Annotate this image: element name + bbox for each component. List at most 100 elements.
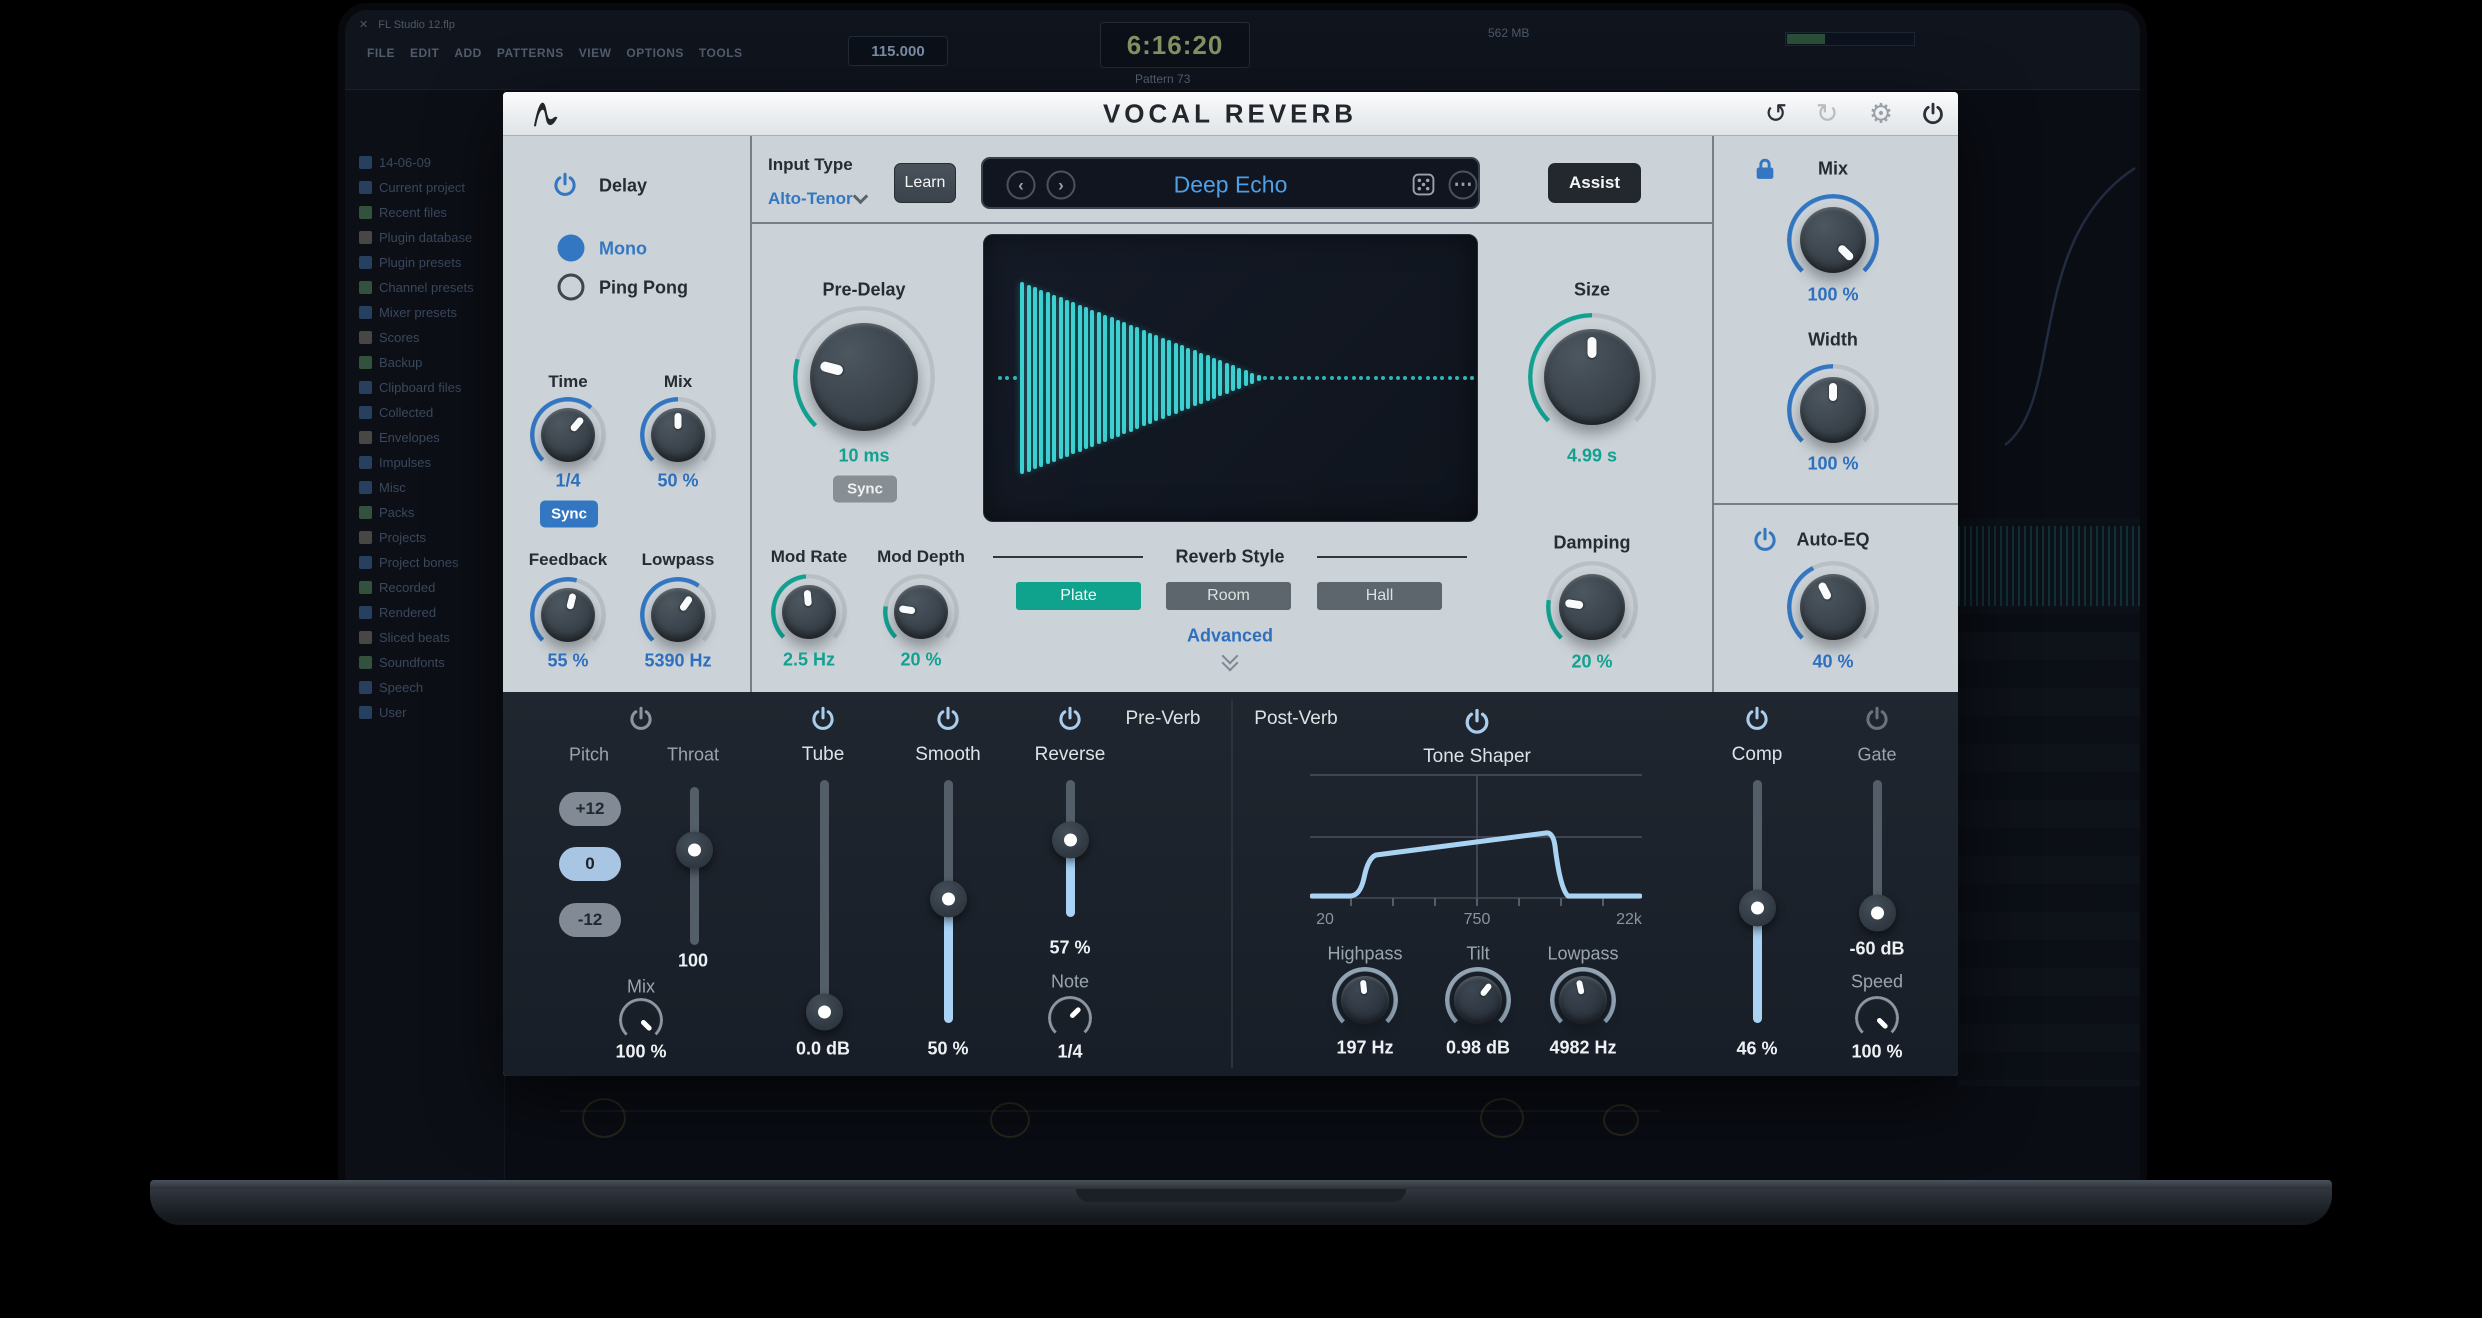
list-item[interactable]: PATTERNS — [497, 46, 564, 60]
fl-close-icon[interactable]: ✕ — [359, 18, 368, 31]
preset-prev-button[interactable]: ‹ — [1007, 171, 1036, 200]
list-item[interactable]: Backup — [345, 350, 504, 375]
fl-menubar[interactable]: FILE EDIT ADD PATTERNS VIEW OPTIONS TOOLS — [367, 46, 743, 60]
gate-slider[interactable] — [1859, 780, 1896, 927]
mod-depth-knob[interactable] — [883, 574, 959, 650]
smooth-slider[interactable] — [930, 780, 967, 1023]
tube-slider[interactable] — [806, 780, 843, 1023]
list-item[interactable]: Channel presets — [345, 275, 504, 300]
style-plate-button[interactable]: Plate — [1016, 582, 1141, 610]
list-item[interactable]: Clipboard files — [345, 375, 504, 400]
pitch-plus12-button[interactable]: +12 — [559, 792, 621, 826]
mod-rate-knob[interactable] — [771, 574, 847, 650]
redo-icon[interactable]: ↻ — [1816, 101, 1839, 128]
tilt-knob[interactable] — [1445, 967, 1511, 1033]
style-hall-button[interactable]: Hall — [1317, 582, 1442, 610]
fl-time-display[interactable]: 6:16:20 — [1100, 22, 1250, 68]
learn-button[interactable]: Learn — [894, 163, 956, 203]
list-item[interactable]: Envelopes — [345, 425, 504, 450]
chevron-down-icon[interactable] — [853, 189, 869, 205]
comp-power-icon[interactable] — [1744, 706, 1771, 733]
predelay-knob[interactable] — [793, 306, 935, 448]
reverse-power-icon[interactable] — [1057, 706, 1084, 733]
list-item[interactable]: Scores — [345, 325, 504, 350]
plugin-power-icon[interactable] — [1921, 102, 1946, 127]
random-preset-dice-icon[interactable] — [1411, 172, 1436, 197]
list-item[interactable]: Projects — [345, 525, 504, 550]
pitch-zero-button[interactable]: 0 — [559, 847, 621, 881]
advanced-link[interactable]: Advanced — [1187, 626, 1273, 647]
fl-bpm-display[interactable]: 115.000 — [848, 36, 948, 66]
tube-power-icon[interactable] — [810, 706, 837, 733]
undo-icon[interactable]: ↺ — [1765, 101, 1788, 128]
note-knob[interactable] — [1048, 996, 1092, 1040]
list-item[interactable]: Misc — [345, 475, 504, 500]
preset-more-button[interactable]: ⋯ — [1449, 171, 1478, 200]
list-item[interactable]: Plugin presets — [345, 250, 504, 275]
highpass-knob[interactable] — [1332, 967, 1398, 1033]
predelay-sync-button[interactable]: Sync — [833, 476, 897, 503]
width-knob[interactable] — [1787, 364, 1879, 456]
pitch-power-icon[interactable] — [628, 706, 655, 733]
throat-slider[interactable] — [676, 787, 713, 945]
pitch-minus12-button[interactable]: -12 — [559, 903, 621, 937]
settings-gear-icon[interactable]: ⚙ — [1869, 101, 1893, 128]
list-item[interactable]: VIEW — [579, 46, 612, 60]
list-item[interactable]: Recorded — [345, 575, 504, 600]
tone-shaper-power-icon[interactable] — [1463, 708, 1492, 737]
input-type-value[interactable]: Alto-Tenor — [768, 189, 853, 209]
delay-mix-knob[interactable] — [640, 397, 716, 473]
list-item[interactable]: TOOLS — [699, 46, 743, 60]
list-item[interactable]: Collected — [345, 400, 504, 425]
list-item[interactable]: OPTIONS — [626, 46, 684, 60]
mono-radio[interactable] — [558, 235, 585, 262]
smooth-power-icon[interactable] — [935, 706, 962, 733]
list-item[interactable]: Rendered — [345, 600, 504, 625]
list-item[interactable]: 14-06-09 — [345, 150, 504, 175]
pitch-mix-knob[interactable] — [619, 998, 663, 1042]
delay-sync-button[interactable]: Sync — [540, 501, 598, 528]
autoeq-label: Auto-EQ — [1797, 530, 1870, 551]
size-knob[interactable] — [1528, 313, 1656, 441]
mod-rate-value: 2.5 Hz — [783, 650, 835, 671]
gate-power-icon[interactable] — [1864, 706, 1891, 733]
list-item[interactable]: EDIT — [410, 46, 439, 60]
list-item[interactable]: Speech — [345, 675, 504, 700]
ping-pong-radio[interactable] — [558, 274, 585, 301]
list-item[interactable]: Impulses — [345, 450, 504, 475]
damping-knob[interactable] — [1546, 561, 1638, 653]
preset-next-button[interactable]: › — [1047, 171, 1076, 200]
style-room-button[interactable]: Room — [1166, 582, 1291, 610]
output-mix-knob[interactable] — [1787, 194, 1879, 286]
list-item[interactable]: Plugin database — [345, 225, 504, 250]
comp-slider[interactable] — [1739, 780, 1776, 1023]
list-item[interactable]: FILE — [367, 46, 395, 60]
list-item[interactable]: Sliced beats — [345, 625, 504, 650]
tone-tick-22k: 22k — [1616, 911, 1642, 929]
tone-shaper-graph[interactable] — [1310, 772, 1642, 912]
fl-pattern-label[interactable]: Pattern 73 — [1135, 72, 1190, 86]
tone-shaper-label: Tone Shaper — [1423, 746, 1531, 768]
delay-lowpass-knob[interactable] — [640, 577, 716, 653]
list-item[interactable]: Packs — [345, 500, 504, 525]
list-item[interactable]: Project bones — [345, 550, 504, 575]
reverse-slider[interactable] — [1052, 780, 1089, 917]
autoeq-knob[interactable] — [1787, 561, 1879, 653]
time-knob[interactable] — [530, 397, 606, 473]
feedback-knob[interactable] — [530, 577, 606, 653]
list-item[interactable]: Current project — [345, 175, 504, 200]
vocal-reverb-plugin-window: VOCAL REVERB ↺ ↻ ⚙ Delay Mono Ping Pong … — [503, 92, 1958, 1076]
list-item[interactable]: Mixer presets — [345, 300, 504, 325]
preset-name[interactable]: Deep Echo — [1174, 172, 1288, 199]
mix-lock-icon[interactable] — [1753, 157, 1778, 182]
list-item[interactable]: Soundfonts — [345, 650, 504, 675]
list-item[interactable]: ADD — [454, 46, 482, 60]
autoeq-power-icon[interactable] — [1752, 527, 1779, 554]
delay-power-icon[interactable] — [552, 172, 579, 199]
ts-lowpass-knob[interactable] — [1550, 967, 1616, 1033]
list-item[interactable]: Recent files — [345, 200, 504, 225]
speed-knob[interactable] — [1855, 996, 1899, 1040]
divider — [1231, 700, 1233, 1068]
list-item[interactable]: User — [345, 700, 504, 725]
assist-button[interactable]: Assist — [1548, 163, 1641, 203]
